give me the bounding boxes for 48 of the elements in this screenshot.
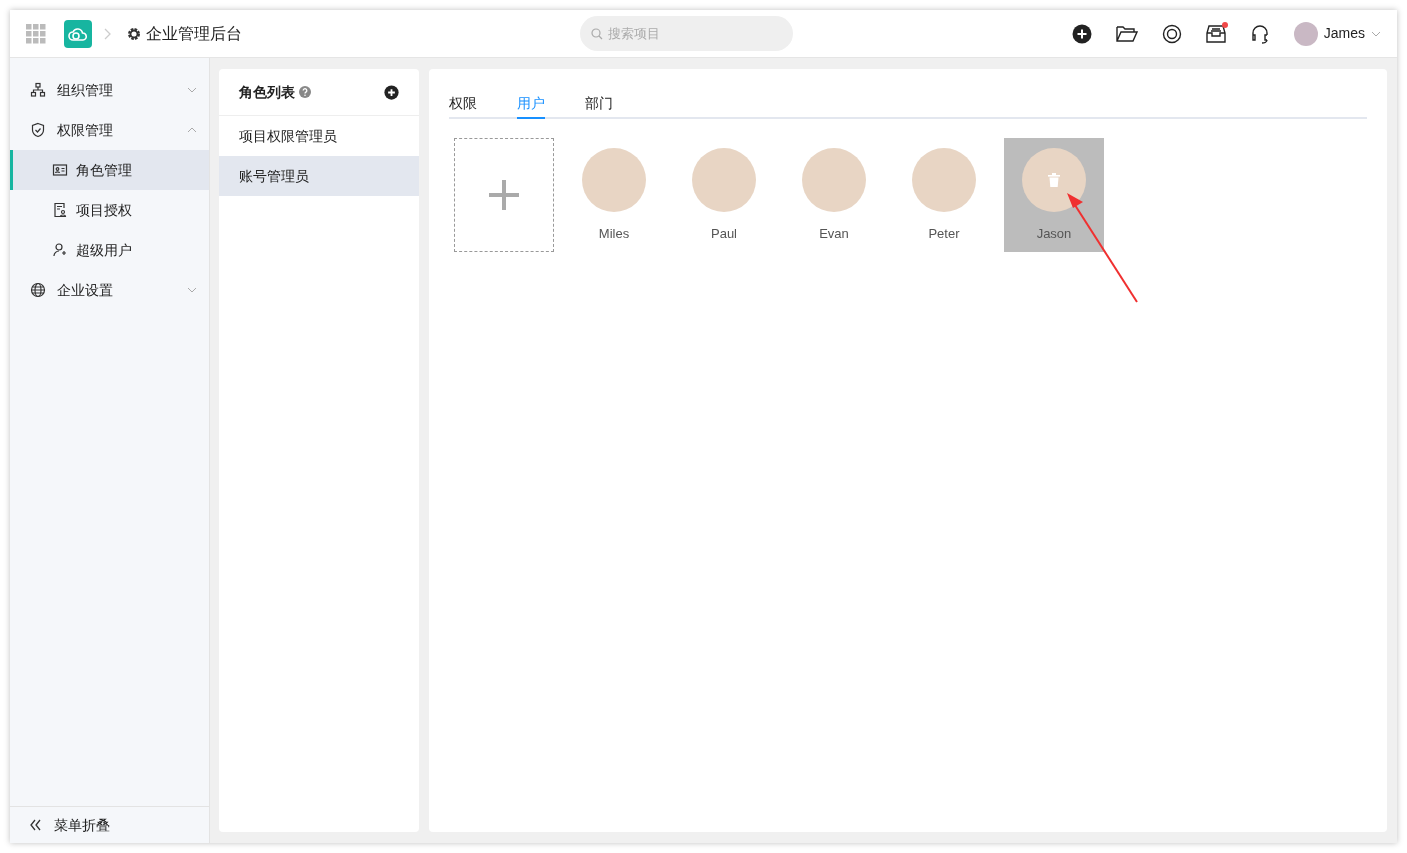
- help-icon[interactable]: [299, 86, 311, 98]
- add-icon[interactable]: [1071, 23, 1092, 44]
- user-card[interactable]: Paul: [674, 138, 774, 252]
- sidebar-item[interactable]: 企业设置: [10, 270, 209, 310]
- chevron-up-icon: [187, 127, 197, 133]
- role-list-item[interactable]: 账号管理员: [219, 156, 419, 196]
- lifebuoy-icon[interactable]: [1161, 23, 1182, 44]
- sidebar-subitem[interactable]: 角色管理: [10, 150, 209, 190]
- user-card[interactable]: Miles: [564, 138, 664, 252]
- sidebar-subitem[interactable]: 超级用户: [10, 230, 209, 270]
- gear-icon: [127, 26, 141, 41]
- add-icon[interactable]: [384, 84, 399, 100]
- user-name[interactable]: James: [1323, 23, 1365, 44]
- search-icon: [591, 28, 603, 40]
- app-title: 企业管理后台: [146, 23, 242, 44]
- plus-icon: [488, 179, 520, 211]
- document-user-icon: [52, 202, 68, 218]
- tab[interactable]: 权限: [449, 89, 477, 119]
- headset-icon[interactable]: [1249, 23, 1270, 44]
- user-name: Miles: [598, 225, 630, 243]
- chevron-down-icon: [187, 87, 197, 93]
- sidebar-item[interactable]: 组织管理: [10, 70, 209, 110]
- sidebar-subitem[interactable]: 项目授权: [10, 190, 209, 230]
- chevron-down-icon: [187, 287, 197, 293]
- user-name: Paul: [711, 225, 737, 243]
- role-list-title: 角色列表: [239, 82, 295, 102]
- folder-icon[interactable]: [1115, 24, 1138, 43]
- hierarchy-icon: [30, 82, 46, 98]
- collapse-menu-link[interactable]: 菜单折叠: [54, 814, 110, 836]
- user-card[interactable]: Jason: [1004, 138, 1104, 252]
- sidebar-item[interactable]: 权限管理: [10, 110, 209, 150]
- user-name: Evan: [819, 225, 849, 243]
- globe-icon: [30, 282, 46, 298]
- user-name: Jason: [1036, 225, 1072, 243]
- user-add-icon: [52, 242, 68, 258]
- double-chevron-left-icon[interactable]: [30, 819, 42, 831]
- cloud-logo-icon[interactable]: [64, 19, 92, 48]
- id-card-icon: [52, 162, 68, 178]
- user-name: Peter: [928, 225, 960, 243]
- user-card[interactable]: Evan: [784, 138, 884, 252]
- chevron-down-icon: [1371, 30, 1381, 37]
- search-field[interactable]: 搜索项目: [580, 16, 793, 51]
- inbox-icon[interactable]: [1205, 24, 1226, 43]
- user-card[interactable]: Peter: [894, 138, 994, 252]
- tab[interactable]: 部门: [585, 89, 613, 119]
- chevron-right-icon: [104, 27, 111, 40]
- shield-check-icon: [30, 122, 46, 138]
- role-list-item[interactable]: 项目权限管理员: [219, 116, 419, 156]
